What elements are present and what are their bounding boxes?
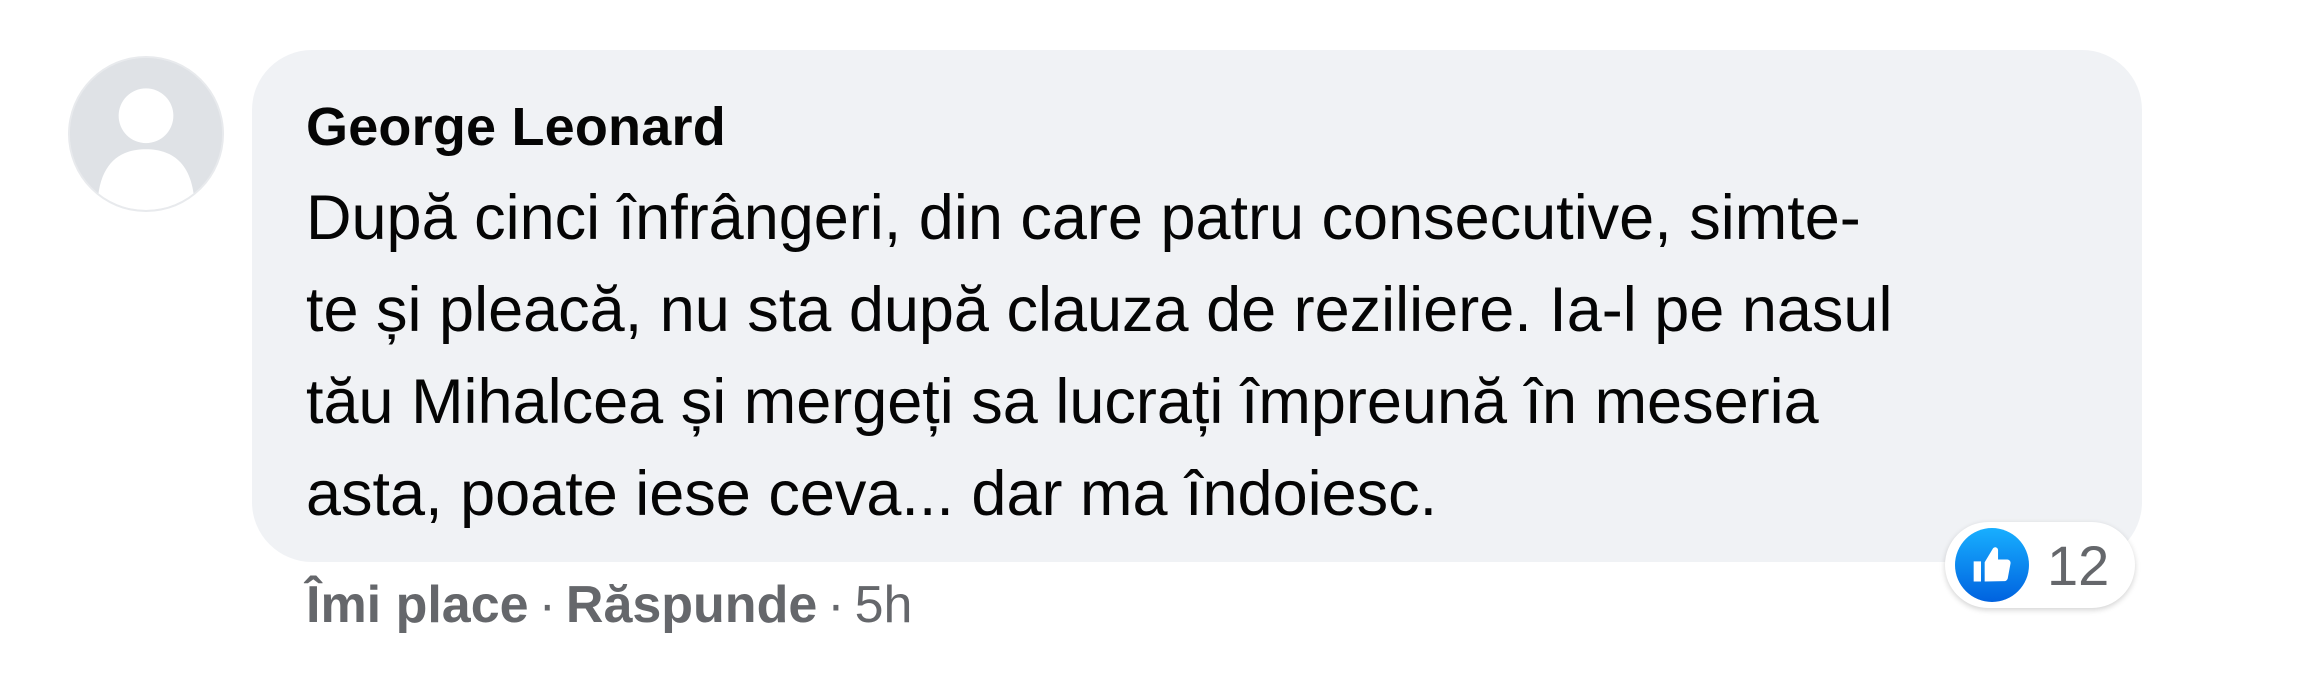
reaction-summary[interactable]: 12 [1945, 522, 2135, 608]
comment-bubble: George Leonard După cinci înfrângeri, di… [252, 50, 2142, 562]
timestamp[interactable]: 5h [855, 576, 913, 634]
profile-silhouette-icon [70, 58, 222, 210]
separator: · [827, 576, 845, 634]
reaction-count: 12 [2047, 533, 2110, 597]
comment-text: După cinci înfrângeri, din care patru co… [306, 183, 1893, 529]
thumbs-up-icon [1955, 528, 2029, 602]
avatar[interactable] [70, 58, 222, 210]
comment-actions: Îmi place · Răspunde · 5h [306, 575, 912, 635]
comment-author[interactable]: George Leonard [306, 94, 2088, 160]
separator: · [538, 576, 556, 634]
reply-button[interactable]: Răspunde [566, 576, 817, 634]
comment: George Leonard După cinci înfrângeri, di… [0, 0, 2317, 700]
like-button[interactable]: Îmi place [306, 576, 529, 634]
